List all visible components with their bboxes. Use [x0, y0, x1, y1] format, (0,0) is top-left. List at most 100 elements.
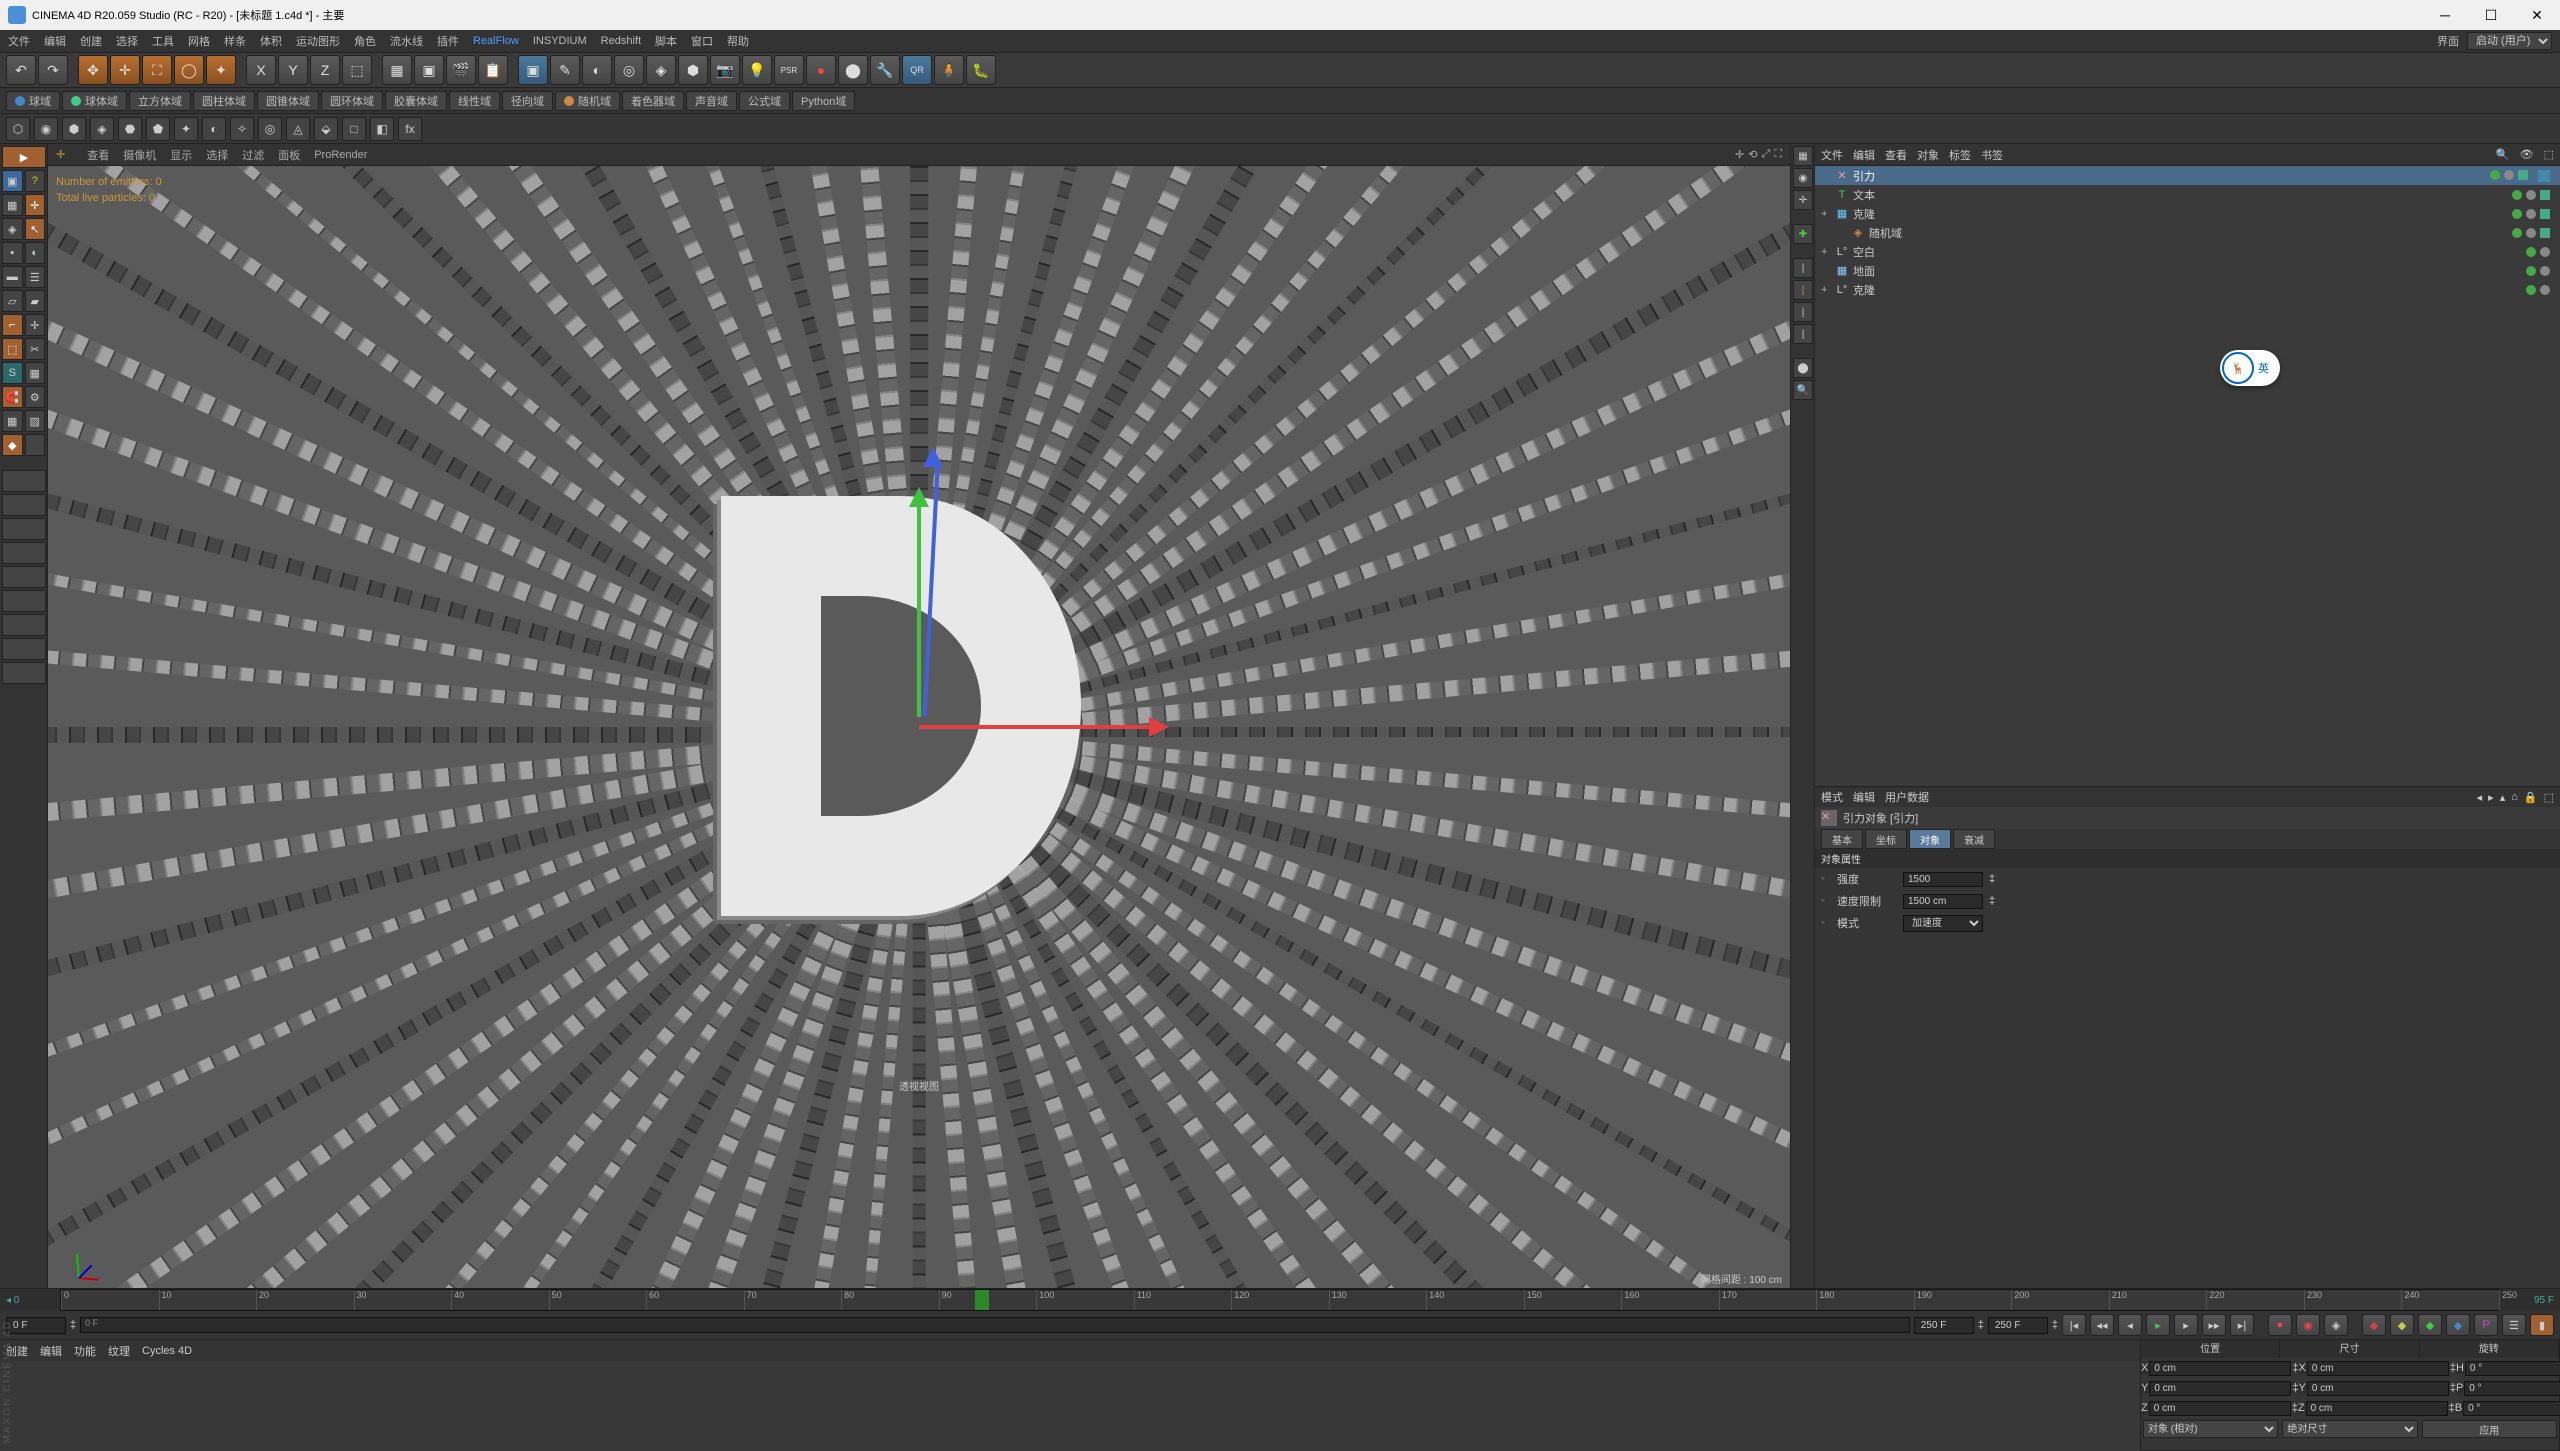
mod-4[interactable]: ◈ — [90, 117, 114, 141]
key-param[interactable]: ◆ — [2446, 1314, 2470, 1336]
field-linear[interactable]: 线性域 — [449, 91, 500, 111]
object-row-5[interactable]: ▦地面 — [1815, 261, 2560, 280]
tex-6[interactable] — [2, 590, 46, 612]
attr-tab-edit[interactable]: 编辑 — [1853, 789, 1875, 805]
attr-tab-mode[interactable]: 模式 — [1821, 789, 1843, 805]
key-scale[interactable]: ◆ — [2390, 1314, 2414, 1336]
mod-14[interactable]: ◧ — [370, 117, 394, 141]
obj-tab-edit[interactable]: 编辑 — [1853, 147, 1875, 163]
vp-menu-panel[interactable]: 面板 — [278, 147, 300, 163]
vp-menu-camera[interactable]: 摄像机 — [123, 147, 156, 163]
vp-menu-display[interactable]: 显示 — [170, 147, 192, 163]
coord-mode-select[interactable]: 对象 (相对) — [2143, 1420, 2278, 1438]
lights-off[interactable]: ◐ — [25, 242, 46, 264]
mat-tab-edit[interactable]: 编辑 — [40, 1343, 62, 1359]
coord-Y-size[interactable] — [2307, 1381, 2449, 1396]
pen-tool[interactable]: ✎ — [550, 55, 580, 85]
obj-search-icon[interactable]: 🔍 — [2496, 148, 2510, 161]
field-sphere2[interactable]: 球体域 — [62, 91, 127, 111]
field-cylinder[interactable]: 圆柱体域 — [193, 91, 255, 111]
ball-button[interactable]: ⬤ — [838, 55, 868, 85]
mat-tab-function[interactable]: 功能 — [74, 1343, 96, 1359]
deform-button[interactable]: ◈ — [646, 55, 676, 85]
rt-10[interactable]: 🔍 — [1793, 380, 1813, 400]
rt-6[interactable]: | — [1793, 280, 1813, 300]
undo-button[interactable]: ↶ — [6, 55, 36, 85]
menu-insydium[interactable]: INSYDIUM — [533, 35, 587, 47]
light-button[interactable]: 💡 — [742, 55, 772, 85]
play-button[interactable]: ▸ — [2146, 1314, 2170, 1336]
menu-redshift[interactable]: Redshift — [601, 35, 641, 47]
attr-tab-object[interactable]: 对象 — [1909, 829, 1951, 849]
scale-tool[interactable]: ⛶ — [142, 55, 172, 85]
mod-2[interactable]: ◉ — [34, 117, 58, 141]
field-radial[interactable]: 径向域 — [502, 91, 553, 111]
record-button[interactable]: ● — [2268, 1314, 2292, 1336]
mod-11[interactable]: ◬ — [286, 117, 310, 141]
rt-3[interactable]: ✛ — [1793, 190, 1813, 210]
object-row-4[interactable]: +L°空白 — [1815, 242, 2560, 261]
grid-2[interactable]: ▨ — [25, 410, 46, 432]
field-cone[interactable]: 圆锥体域 — [257, 91, 319, 111]
uv-edge[interactable]: ⌐ — [2, 314, 23, 336]
attr-tab-falloff[interactable]: 衰减 — [1953, 829, 1995, 849]
menu-spline[interactable]: 样条 — [224, 33, 246, 49]
bug-button[interactable]: 🐛 — [966, 55, 996, 85]
qr-button[interactable]: QR — [902, 55, 932, 85]
rt-5[interactable]: | — [1793, 258, 1813, 278]
key-rot[interactable]: ◆ — [2418, 1314, 2442, 1336]
attr-strength-input[interactable] — [1903, 872, 1983, 887]
coord-X-rot[interactable] — [2465, 1361, 2560, 1376]
attr-nav-new[interactable]: ⬚ — [2544, 791, 2554, 804]
mod-13[interactable]: □ — [342, 117, 366, 141]
tools-button[interactable]: 🔧 — [870, 55, 900, 85]
rt-4[interactable]: ✚ — [1793, 224, 1813, 244]
mat-tab-cycles4d[interactable]: Cycles 4D — [142, 1345, 192, 1357]
render-view[interactable]: ▦ — [382, 55, 412, 85]
tex-8[interactable] — [2, 638, 46, 660]
attr-nav-prev[interactable]: ◂ — [2477, 791, 2483, 804]
object-row-0[interactable]: ✕引力 — [1815, 166, 2560, 185]
goto-end[interactable]: ▸| — [2230, 1314, 2254, 1336]
minimize-button[interactable]: ─ — [2422, 0, 2468, 30]
menu-edit[interactable]: 编辑 — [44, 33, 66, 49]
prev-key[interactable]: ◂◂ — [2090, 1314, 2114, 1336]
knife-icon[interactable]: ✂ — [25, 338, 46, 360]
mod-5[interactable]: ⬣ — [118, 117, 142, 141]
menu-file[interactable]: 文件 — [8, 33, 30, 49]
object-row-6[interactable]: +L°克隆 — [1815, 280, 2560, 299]
coord-Y-pos[interactable] — [2149, 1381, 2291, 1396]
keyframe-button[interactable]: ◈ — [2324, 1314, 2348, 1336]
obj-tab-object[interactable]: 对象 — [1917, 147, 1939, 163]
mod-15[interactable]: fx — [398, 117, 422, 141]
next-frame[interactable]: ▸ — [2174, 1314, 2198, 1336]
render-settings[interactable]: 📋 — [478, 55, 508, 85]
mod-8[interactable]: ◐ — [202, 117, 226, 141]
make-editable[interactable]: ▶ — [2, 146, 46, 168]
timeline-ruler[interactable]: 0102030405060708090100110120130140150160… — [60, 1289, 2500, 1311]
coord-Z-rot[interactable] — [2463, 1401, 2560, 1416]
help-icon[interactable]: ? — [25, 170, 46, 192]
uv-poly[interactable]: ⬚ — [2, 338, 23, 360]
snap-toggle[interactable]: S — [2, 362, 23, 384]
tex-3[interactable] — [2, 518, 46, 540]
goto-start[interactable]: |◂ — [2062, 1314, 2086, 1336]
vp-nav-4[interactable]: ⛶ — [1774, 148, 1782, 161]
obj-tab-view[interactable]: 查看 — [1885, 147, 1907, 163]
tex-2[interactable] — [2, 494, 46, 516]
coord-apply-button[interactable]: 应用 — [2422, 1420, 2557, 1438]
fps-input[interactable] — [1988, 1317, 2048, 1334]
arrow-mode[interactable]: ↖ — [25, 218, 46, 240]
edge-2[interactable]: ☰ — [25, 266, 46, 288]
menu-volume[interactable]: 体积 — [260, 33, 282, 49]
tex-7[interactable] — [2, 614, 46, 636]
obj-tab-bookmark[interactable]: 书签 — [1981, 147, 2003, 163]
x-axis-lock[interactable]: X — [246, 55, 276, 85]
mod-3[interactable]: ⬢ — [62, 117, 86, 141]
field-formula[interactable]: 公式域 — [739, 91, 790, 111]
snap-settings[interactable]: ⚙ — [25, 386, 46, 408]
coord-X-pos[interactable] — [2149, 1361, 2291, 1376]
vp-menu-filter[interactable]: 过滤 — [242, 147, 264, 163]
menu-tools[interactable]: 工具 — [152, 33, 174, 49]
vp-nav-3[interactable]: ⤢ — [1761, 148, 1770, 161]
